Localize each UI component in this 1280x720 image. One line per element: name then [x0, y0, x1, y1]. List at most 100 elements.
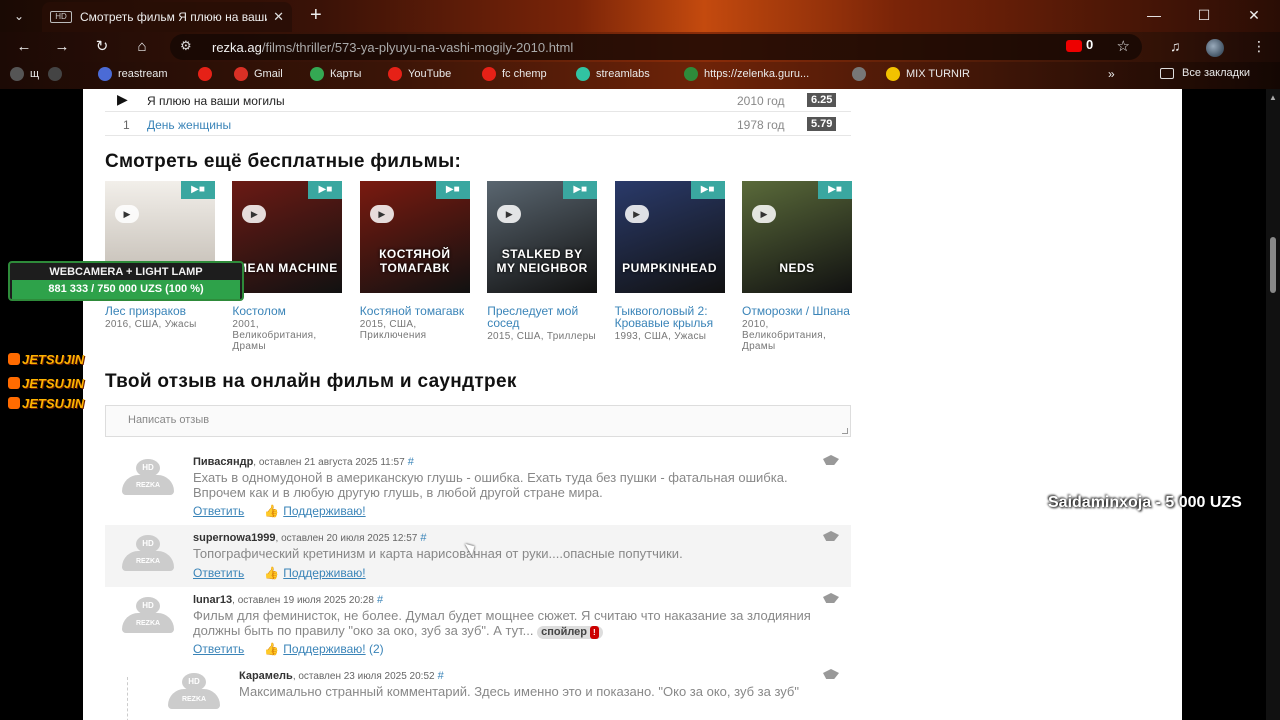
thumbs-up-icon[interactable]: 👍 [264, 642, 279, 656]
play-icon[interactable]: ▶ [624, 205, 649, 223]
bookmark-label: MIX TURNIR [906, 68, 970, 80]
ranking-title-link[interactable]: День женщины [147, 118, 231, 132]
bookmark-item[interactable]: щ [10, 67, 39, 81]
comment-item: HD REZKA Пивасяндр, оставлен 21 августа 20… [105, 449, 851, 525]
play-icon[interactable]: ▶ [752, 205, 776, 223]
film-card[interactable]: NEDS ▶■ ▶ Отморозки / Шпана 2010, Великобрит… [742, 181, 852, 352]
forward-arrow-icon[interactable]: → [50, 36, 74, 58]
reply-link[interactable]: Ответить [193, 504, 244, 518]
tab-search-chevron-icon[interactable]: ⌄ [8, 6, 30, 26]
scroll-up-icon[interactable]: ▲ [1269, 93, 1277, 102]
tab-close-icon[interactable]: ✕ [273, 9, 284, 25]
bookmark-favicon-icon [48, 67, 62, 81]
comment-permalink[interactable]: # [438, 670, 444, 682]
resize-grip-icon[interactable] [842, 428, 848, 434]
bookmark-item[interactable]: MIX TURNIR [886, 67, 970, 81]
spoiler-button[interactable]: спойлер! [537, 626, 603, 639]
comment-author[interactable]: lunar13 [193, 594, 232, 606]
profile-avatar[interactable] [1206, 39, 1224, 57]
bookmark-label: https://zelenka.guru... [704, 68, 810, 80]
film-poster[interactable]: STALKED BY MY NEIGHBOR ▶■ ▶ [487, 181, 598, 293]
play-icon[interactable]: ▶ [242, 205, 267, 223]
page-scrollbar[interactable]: ▲ [1266, 89, 1280, 720]
report-flag-icon[interactable] [823, 593, 839, 603]
comment-author[interactable]: supernowa1999 [193, 532, 276, 544]
home-icon[interactable]: ⌂ [130, 36, 154, 58]
film-title-link[interactable]: Отморозки / Шпана [742, 305, 852, 317]
film-card[interactable]: STALKED BY MY NEIGHBOR ▶■ ▶ Преследует мой … [487, 181, 598, 342]
support-link[interactable]: Поддерживаю! [283, 642, 365, 656]
film-title-link[interactable]: Костяной томагавк [360, 305, 470, 317]
report-flag-icon[interactable] [823, 531, 839, 541]
ranking-row[interactable]: 1 День женщины 1978 год 5.79 [105, 113, 851, 136]
film-card[interactable]: КОСТЯНОЙ ТОМАГАВК ▶■ ▶ Костяной томагавк 201… [359, 181, 470, 341]
flame-icon [8, 377, 20, 389]
site-settings-icon[interactable]: ⚙ [180, 38, 192, 54]
bookmark-item[interactable] [198, 67, 218, 81]
support-link[interactable]: Поддерживаю! [283, 566, 365, 580]
bookmark-favicon-icon [852, 67, 866, 81]
play-icon[interactable]: ▶ [369, 205, 394, 223]
current-film-play-icon: ▶ [117, 91, 128, 107]
comment-author[interactable]: Пивасяндр [193, 456, 253, 468]
minimize-icon[interactable]: — [1130, 0, 1178, 30]
bookmark-item[interactable]: Карты [310, 67, 361, 81]
bookmark-star-icon[interactable]: ☆ [1117, 37, 1130, 55]
address-bar[interactable]: ⚙ rezka.ag/films/thriller/573-ya-plyuyu-… [170, 34, 1142, 60]
menu-dots-icon[interactable]: ⋮ [1252, 38, 1266, 55]
poster-title: STALKED BY MY NEIGHBOR [496, 247, 588, 275]
bookmark-item[interactable]: reastream [98, 67, 168, 81]
thumbs-up-icon[interactable]: 👍 [264, 504, 279, 518]
youtube-extension-icon[interactable] [1066, 40, 1082, 52]
play-icon[interactable]: ▶ [115, 205, 139, 223]
reply-link[interactable]: Ответить [193, 642, 244, 656]
comment-permalink[interactable]: # [377, 594, 383, 606]
film-card[interactable]: PUMPKINHEAD ▶■ ▶ Тыквоголовый 2: Кровавые к… [614, 181, 725, 342]
film-title-link[interactable]: Преследует мой сосед [487, 305, 597, 329]
review-textarea[interactable]: Написать отзыв [105, 405, 851, 437]
bookmark-item[interactable]: streamlabs [576, 67, 650, 81]
film-poster[interactable]: MEAN MACHINE ▶■ ▶ [232, 181, 343, 293]
more-bookmarks-icon[interactable]: » [1108, 67, 1115, 81]
reload-icon[interactable]: ↻ [90, 36, 114, 58]
scrollbar-thumb[interactable] [1270, 237, 1276, 293]
film-meta: 2015, США, Приключения [359, 319, 427, 341]
ranking-row[interactable]: ▶ Я плюю на ваши могилы 2010 год 6.25 [105, 89, 851, 112]
comment-permalink[interactable]: # [420, 532, 426, 544]
bookmark-item[interactable] [852, 67, 872, 81]
film-title-link[interactable]: Лес призраков [105, 305, 215, 317]
film-poster[interactable]: PUMPKINHEAD ▶■ ▶ [614, 181, 725, 293]
film-title-link[interactable]: Тыквоголовый 2: Кровавые крылья [615, 305, 725, 329]
comment-author[interactable]: Карамель [239, 670, 293, 682]
bookmark-favicon-icon [482, 67, 496, 81]
thumbs-up-icon[interactable]: 👍 [264, 566, 279, 580]
ranking-title: Я плюю на ваши могилы [147, 94, 285, 108]
camera-badge-icon: ▶■ [181, 181, 215, 199]
maximize-icon[interactable]: ☐ [1180, 0, 1228, 30]
film-poster[interactable]: NEDS ▶■ ▶ [742, 181, 852, 293]
bookmark-item[interactable]: fc chemp [482, 67, 547, 81]
new-tab-plus-icon[interactable]: + [310, 4, 322, 26]
active-tab[interactable]: HD Смотреть фильм Я плюю на ваши могилы … [42, 2, 292, 32]
close-window-icon[interactable]: ✕ [1230, 0, 1278, 30]
film-title-link[interactable]: Костолом [232, 305, 342, 317]
bookmark-favicon-icon [388, 67, 402, 81]
reply-link[interactable]: Ответить [193, 566, 244, 580]
comment-permalink[interactable]: # [408, 456, 414, 468]
bookmark-item[interactable]: YouTube [388, 67, 451, 81]
report-flag-icon[interactable] [823, 669, 839, 679]
bookmark-item[interactable]: Gmail [234, 67, 283, 81]
bookmark-item[interactable]: https://zelenka.guru... [684, 67, 809, 81]
bookmark-item[interactable] [48, 67, 68, 81]
bookmark-label: streamlabs [596, 68, 650, 80]
media-control-icon[interactable]: ♫ [1170, 38, 1181, 54]
report-flag-icon[interactable] [823, 455, 839, 465]
more-films-heading: Смотреть ещё бесплатные фильмы: [105, 151, 462, 172]
back-arrow-icon[interactable]: ← [12, 36, 36, 58]
play-icon[interactable]: ▶ [497, 205, 522, 223]
film-card[interactable]: ▶■ ▶ Лес призраков 2016, США, Ужасы [105, 181, 215, 330]
all-bookmarks[interactable]: Все закладки [1160, 67, 1250, 79]
film-card[interactable]: MEAN MACHINE ▶■ ▶ Костолом 2001, Великобрита… [232, 181, 343, 352]
support-link[interactable]: Поддерживаю! [283, 504, 365, 518]
film-poster[interactable]: КОСТЯНОЙ ТОМАГАВК ▶■ ▶ [359, 181, 470, 293]
